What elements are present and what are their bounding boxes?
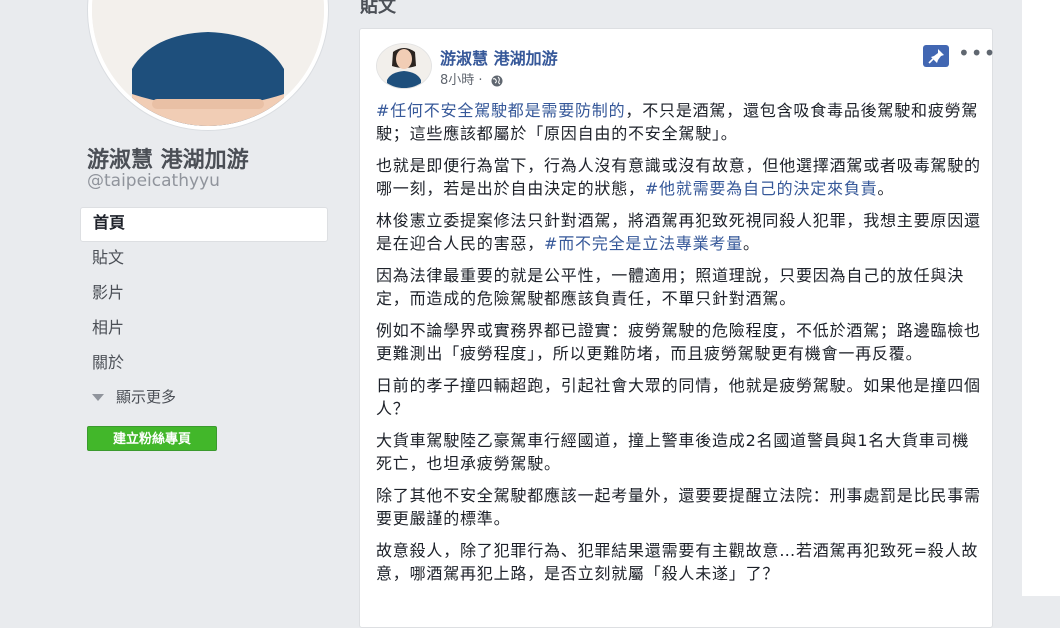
nav-item-posts[interactable]: 貼文	[80, 242, 328, 277]
post-timestamp[interactable]: 8小時 ·	[440, 69, 503, 88]
posts-section-title: 貼文	[360, 0, 396, 17]
hashtag-link[interactable]: #任何不安全駕駛都是需要防制的	[376, 101, 625, 120]
post-paragraph: 大貨車駕駛陸乙豪駕車行經國道，撞上警車後造成2名國道警員與1名大貨車司機死亡，也…	[376, 429, 982, 475]
nav-item-home[interactable]: 首頁	[80, 207, 328, 242]
show-more-label: 顯示更多	[116, 388, 177, 406]
globe-icon	[491, 75, 503, 86]
more-options-icon[interactable]: •••	[958, 43, 995, 67]
post-card: 游淑慧 港湖加游 8小時 · ••• #任何不安全駕駛都是需要防制的，不只是酒駕…	[359, 28, 995, 628]
post-paragraph: 日前的孝子撞四輛超跑，引起社會大眾的同情，他就是疲勞駕駛。如果他是撞四個人？	[376, 374, 982, 420]
post-text: 。	[877, 179, 895, 198]
post-text: 除了其他不安全駕駛都應該一起考量外，還要要提醒立法院：刑事處罰是比民事需要更嚴謹…	[376, 486, 981, 528]
left-sidebar: 游淑慧 港湖加游 @taipeicathyyu 首頁 貼文 影片 相片 關於 顯…	[0, 0, 340, 596]
post-paragraph: 也就是即便行為當下，行為人沒有意識或沒有故意，但他選擇酒駕或者吸毒駕駛的哪一刻，…	[376, 154, 982, 200]
hashtag-link[interactable]: #而不完全是立法專業考量	[544, 234, 743, 253]
right-edge	[1022, 0, 1060, 596]
post-text: 。	[743, 234, 760, 253]
post-author-name[interactable]: 游淑慧 港湖加游	[440, 45, 558, 69]
post-paragraph: #任何不安全駕駛都是需要防制的，不只是酒駕，還包含吸食毒品後駕駛和疲勞駕駛；這些…	[376, 99, 982, 145]
post-author-avatar[interactable]	[376, 43, 432, 89]
post-text: 日前的孝子撞四輛超跑，引起社會大眾的同情，他就是疲勞駕駛。如果他是撞四個人？	[376, 376, 981, 418]
post-text: 大貨車駕駛陸乙豪駕車行經國道，撞上警車後造成2名國道警員與1名大貨車司機死亡，也…	[376, 431, 970, 473]
post-body: #任何不安全駕駛都是需要防制的，不只是酒駕，還包含吸食毒品後駕駛和疲勞駕駛；這些…	[376, 99, 982, 594]
profile-picture[interactable]	[88, 0, 328, 130]
hashtag-link[interactable]: #他就需要為自己的決定來負責	[645, 179, 878, 198]
post-paragraph: 除了其他不安全駕駛都應該一起考量外，還要要提醒立法院：刑事處罰是比民事需要更嚴謹…	[376, 484, 982, 530]
post-time-label: 8小時 ·	[440, 73, 483, 88]
post-paragraph: 因為法律最重要的就是公平性，一體適用；照道理說，只要因為自己的放任與決定，而造成…	[376, 264, 982, 310]
page-name[interactable]: 游淑慧 港湖加游	[87, 142, 249, 174]
post-paragraph: 故意殺人，除了犯罪行為、犯罪結果還需要有主觀故意…若酒駕再犯致死=殺人故意，哪酒…	[376, 539, 982, 585]
post-text: 因為法律最重要的就是公平性，一體適用；照道理說，只要因為自己的放任與決定，而造成…	[376, 266, 965, 308]
show-more-link[interactable]: 顯示更多	[92, 386, 176, 407]
post-text: 故意殺人，除了犯罪行為、犯罪結果還需要有主觀故意…若酒駕再犯致死=殺人故意，哪酒…	[376, 541, 979, 583]
create-page-button[interactable]: 建立粉絲專頁	[87, 426, 217, 451]
nav-item-about[interactable]: 關於	[80, 347, 328, 382]
page-handle[interactable]: @taipeicathyyu	[87, 171, 220, 191]
post-paragraph: 林俊憲立委提案修法只針對酒駕，將酒駕再犯致死視同殺人犯罪，我想主要原因還是在迎合…	[376, 209, 982, 255]
caret-down-icon	[92, 394, 104, 401]
nav-item-videos[interactable]: 影片	[80, 277, 328, 312]
post-text: 例如不論學界或實務界都已證實：疲勞駕駛的危險程度，不低於酒駕；路邊臨檢也更難測出…	[376, 321, 981, 363]
nav-item-photos[interactable]: 相片	[80, 312, 328, 347]
post-paragraph: 例如不論學界或實務界都已證實：疲勞駕駛的危險程度，不低於酒駕；路邊臨檢也更難測出…	[376, 319, 982, 365]
pin-icon[interactable]	[923, 45, 949, 67]
page-nav: 首頁 貼文 影片 相片 關於	[80, 207, 328, 382]
